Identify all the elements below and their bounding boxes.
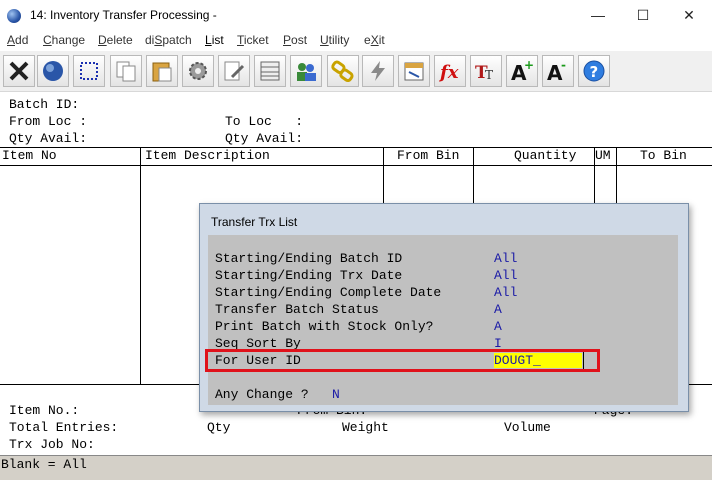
weight-total-label: Weight — [342, 420, 389, 435]
col-quantity[interactable]: Quantity — [514, 148, 576, 163]
menu-dispatch[interactable]: diSpatch — [145, 33, 192, 47]
svg-text:T: T — [485, 68, 493, 82]
svg-text:-: - — [561, 59, 566, 72]
paste-icon[interactable] — [146, 55, 178, 87]
menu-post[interactable]: Post — [283, 33, 307, 47]
grid-divider — [473, 147, 474, 207]
chain-icon[interactable] — [327, 55, 359, 87]
window-title: 14: Inventory Transfer Processing - — [30, 8, 217, 22]
batch-status-value[interactable]: A — [494, 302, 502, 317]
font-decrease-icon[interactable]: A- — [542, 55, 574, 87]
svg-text:?: ? — [590, 63, 599, 81]
to-loc-label: To Loc : — [225, 114, 304, 129]
svg-text:+: + — [524, 59, 534, 72]
trx-job-label: Trx Job No: — [9, 437, 95, 452]
any-change-value[interactable]: N — [332, 387, 340, 402]
batch-id-label: Batch ID: — [9, 97, 80, 112]
menu-change[interactable]: Change — [43, 33, 85, 47]
complete-date-range-label: Starting/Ending Complete Date — [215, 285, 442, 300]
qty-total-label: Qty — [207, 420, 231, 435]
stock-only-value[interactable]: A — [494, 319, 502, 334]
menu-exit[interactable]: eXit — [364, 33, 385, 47]
batch-id-range-label: Starting/Ending Batch ID — [215, 251, 403, 266]
grid-column-header: Item No Item Description From Bin Quanti… — [0, 147, 712, 166]
grid-divider — [140, 147, 141, 385]
grid-divider — [616, 147, 617, 207]
fx-icon[interactable]: fx — [434, 55, 466, 87]
col-item-no[interactable]: Item No — [2, 148, 57, 163]
col-to-bin[interactable]: To Bin — [640, 148, 687, 163]
menu-utility[interactable]: Utility — [320, 33, 349, 47]
item-no-footer-label: Item No.: — [9, 403, 80, 418]
copy-icon[interactable] — [110, 55, 142, 87]
any-change-prompt: Any Change ? — [215, 387, 309, 402]
trx-date-range-label: Starting/Ending Trx Date — [215, 268, 403, 283]
complete-date-range-value[interactable]: All — [494, 285, 517, 300]
col-item-description[interactable]: Item Description — [145, 148, 270, 163]
menu-delete[interactable]: Delete — [98, 33, 133, 47]
total-entries-label: Total Entries: — [9, 420, 119, 435]
menu-add[interactable]: Add — [7, 33, 28, 47]
maximize-button[interactable]: ☐ — [620, 0, 666, 31]
qty-avail-from-label: Qty Avail: — [9, 131, 88, 146]
users-icon[interactable] — [290, 55, 322, 87]
batch-id-range-value[interactable]: All — [494, 251, 517, 266]
settings-gear-icon[interactable] — [182, 55, 214, 87]
app-globe-icon — [7, 9, 21, 23]
from-loc-label: From Loc : — [9, 114, 88, 129]
help-icon[interactable]: ? — [578, 55, 610, 87]
minimize-button[interactable]: — — [575, 0, 621, 31]
menu-bar: Add Change Delete diSpatch List Ticket P… — [0, 31, 712, 51]
title-bar: 14: Inventory Transfer Processing - — ☐ … — [0, 0, 712, 31]
col-from-bin[interactable]: From Bin — [397, 148, 459, 163]
menu-list[interactable]: List — [205, 33, 224, 47]
calendar-icon[interactable] — [398, 55, 430, 87]
qty-avail-to-label: Qty Avail: — [225, 131, 304, 146]
status-bar: Blank = All — [0, 455, 712, 480]
select-rect-icon[interactable] — [73, 55, 105, 87]
status-text: Blank = All — [1, 457, 87, 472]
edit-doc-icon[interactable] — [218, 55, 250, 87]
lightning-icon[interactable] — [362, 55, 394, 87]
menu-ticket[interactable]: Ticket — [237, 33, 269, 47]
svg-text:fx: fx — [438, 62, 459, 83]
close-button[interactable]: ✕ — [666, 0, 712, 31]
stock-only-label: Print Batch with Stock Only? — [215, 319, 434, 334]
col-um[interactable]: UM — [595, 148, 611, 163]
close-x-icon[interactable] — [3, 55, 35, 87]
volume-total-label: Volume — [504, 420, 551, 435]
grid-divider — [383, 147, 384, 207]
grid-icon[interactable] — [254, 55, 286, 87]
font-increase-icon[interactable]: A + — [506, 55, 538, 87]
globe-icon[interactable] — [37, 55, 69, 87]
text-font-icon[interactable]: TT — [470, 55, 502, 87]
user-id-highlight-box — [205, 349, 600, 372]
trx-date-range-value[interactable]: All — [494, 268, 517, 283]
dialog-title: Transfer Trx List — [211, 215, 298, 229]
grid-divider — [594, 147, 595, 207]
toolbar: fx TT A + A- ? — [0, 51, 712, 92]
batch-status-label: Transfer Batch Status — [215, 302, 379, 317]
